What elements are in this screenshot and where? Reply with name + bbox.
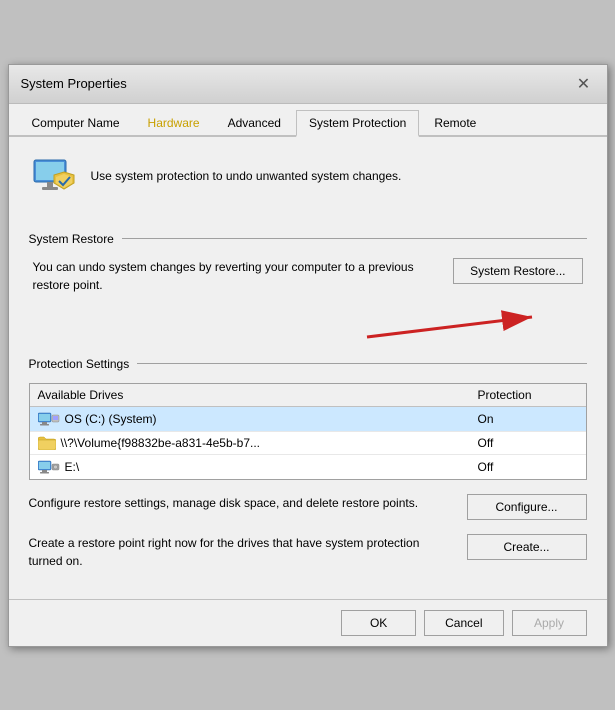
window-title: System Properties — [21, 76, 127, 91]
drive-os-label: OS (C:) (System) — [65, 412, 157, 426]
close-button[interactable]: ✕ — [573, 73, 595, 95]
tab-computer-name[interactable]: Computer Name — [19, 110, 133, 135]
table-row[interactable]: OS (C:) (System) On — [30, 407, 586, 432]
section-divider — [122, 238, 587, 239]
configure-button[interactable]: Configure... — [467, 494, 587, 520]
info-description: Use system protection to undo unwanted s… — [91, 168, 402, 185]
restore-description: You can undo system changes by reverting… — [33, 258, 444, 294]
arrow-area — [29, 302, 587, 347]
section-divider-2 — [137, 363, 586, 364]
e-drive-icon — [38, 459, 60, 475]
col-drives-header: Available Drives — [38, 388, 478, 402]
create-button[interactable]: Create... — [467, 534, 587, 560]
drive-e-protection: Off — [478, 460, 578, 474]
title-bar: System Properties ✕ — [9, 65, 607, 104]
system-properties-window: System Properties ✕ Computer Name Hardwa… — [8, 64, 608, 647]
drive-volume-protection: Off — [478, 436, 578, 450]
protection-settings-label: Protection Settings — [29, 357, 130, 371]
system-protection-icon — [29, 152, 79, 202]
restore-area: You can undo system changes by reverting… — [29, 258, 587, 294]
red-arrow-icon — [357, 307, 557, 347]
tab-remote[interactable]: Remote — [421, 110, 489, 135]
info-banner: Use system protection to undo unwanted s… — [29, 152, 587, 214]
tab-advanced[interactable]: Advanced — [215, 110, 294, 135]
drive-name-os: OS (C:) (System) — [38, 411, 478, 427]
drives-table: Available Drives Protection OS (C:) (Sys… — [29, 383, 587, 480]
table-row[interactable]: \\?\Volume{f98832be-a831-4e5b-b7... Off — [30, 432, 586, 455]
configure-description: Configure restore settings, manage disk … — [29, 494, 457, 512]
create-row: Create a restore point right now for the… — [29, 534, 587, 570]
system-restore-label: System Restore — [29, 232, 114, 246]
col-protection-header: Protection — [478, 388, 578, 402]
configure-row: Configure restore settings, manage disk … — [29, 494, 587, 520]
tab-system-protection[interactable]: System Protection — [296, 110, 419, 137]
folder-icon — [38, 436, 56, 450]
system-restore-button[interactable]: System Restore... — [453, 258, 582, 284]
drive-name-volume: \\?\Volume{f98832be-a831-4e5b-b7... — [38, 436, 478, 450]
ok-button[interactable]: OK — [341, 610, 416, 636]
apply-button[interactable]: Apply — [512, 610, 587, 636]
footer: OK Cancel Apply — [9, 599, 607, 646]
drive-os-protection: On — [478, 412, 578, 426]
drive-volume-label: \\?\Volume{f98832be-a831-4e5b-b7... — [61, 436, 261, 450]
drive-name-e: E:\ — [38, 459, 478, 475]
tab-hardware[interactable]: Hardware — [135, 110, 213, 135]
system-restore-header: System Restore — [29, 232, 587, 246]
tab-content: Use system protection to undo unwanted s… — [9, 137, 607, 599]
tabs-container: Computer Name Hardware Advanced System P… — [9, 104, 607, 137]
bottom-actions: Configure restore settings, manage disk … — [29, 494, 587, 570]
protection-settings-header: Protection Settings — [29, 357, 587, 371]
os-drive-icon — [38, 411, 60, 427]
drive-e-label: E:\ — [65, 460, 80, 474]
table-row[interactable]: E:\ Off — [30, 455, 586, 479]
create-description: Create a restore point right now for the… — [29, 534, 457, 570]
cancel-button[interactable]: Cancel — [424, 610, 503, 636]
drives-table-header: Available Drives Protection — [30, 384, 586, 407]
